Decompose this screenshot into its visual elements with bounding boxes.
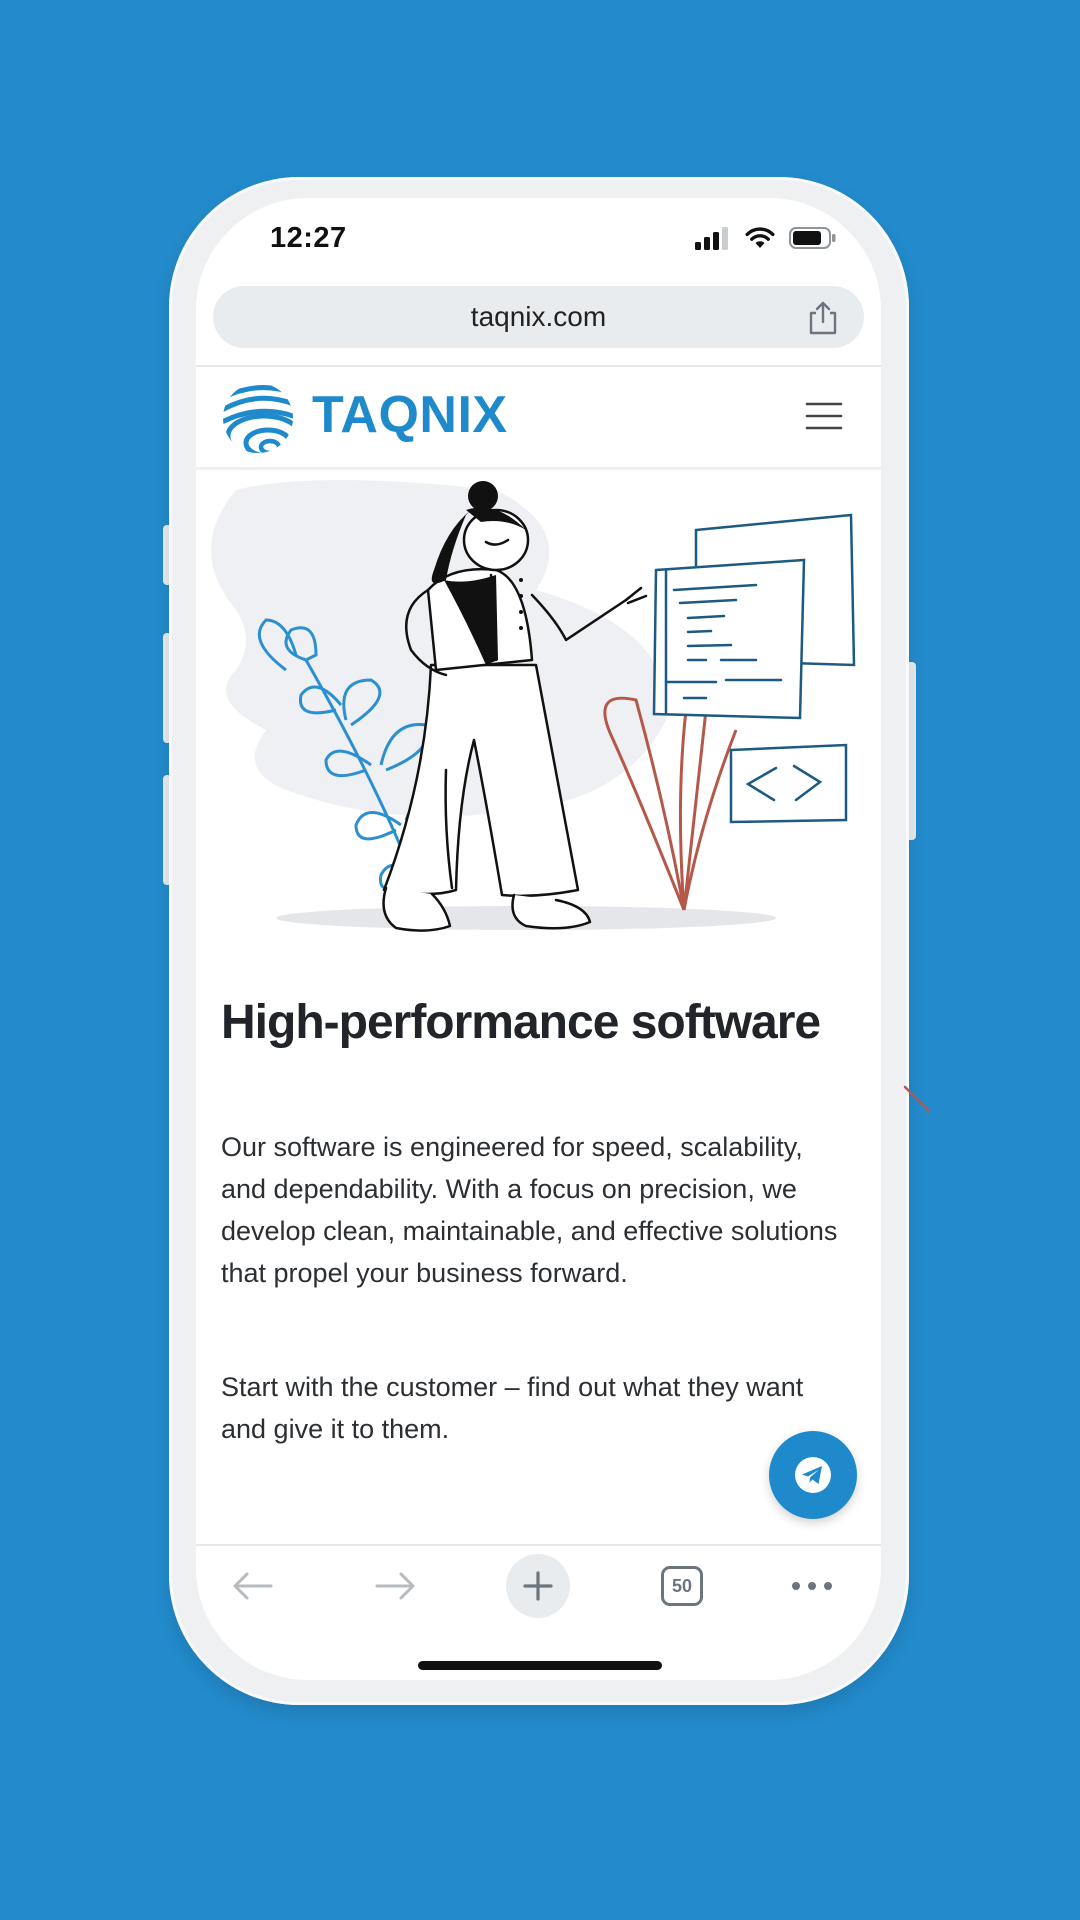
hamburger-menu-icon[interactable] <box>805 401 843 431</box>
plus-circle <box>506 1554 570 1618</box>
browser-toolbar: 50 <box>196 1546 881 1626</box>
hero-illustration <box>211 480 856 932</box>
tabs-icon: 50 <box>661 1566 703 1606</box>
status-icons <box>695 226 837 250</box>
address-bar[interactable]: taqnix.com <box>213 286 864 348</box>
stage: 12:27 taqnix.com TAQNIX High-performance… <box>0 0 1080 1920</box>
home-indicator[interactable] <box>418 1661 662 1670</box>
back-arrow-icon <box>233 1572 273 1600</box>
new-tab-button[interactable] <box>502 1546 574 1626</box>
telegram-icon <box>795 1457 831 1493</box>
phone-screen: 12:27 taqnix.com TAQNIX High-performance… <box>196 198 881 1680</box>
quote-paragraph: Start with the customer – find out what … <box>221 1372 804 1444</box>
intro-paragraph: Our software is engineered for speed, sc… <box>221 1132 838 1288</box>
battery-icon <box>789 227 836 249</box>
tabs-button[interactable]: 50 <box>646 1546 718 1626</box>
status-bar: 12:27 <box>196 198 881 278</box>
site-header: TAQNIX <box>196 367 881 467</box>
page-heading: High-performance software <box>221 996 821 1049</box>
share-icon[interactable] <box>806 300 840 336</box>
logo-globe-icon[interactable] <box>220 381 296 455</box>
signal-icon <box>695 227 728 250</box>
brand-logo-text[interactable]: TAQNIX <box>312 385 508 445</box>
back-button[interactable] <box>216 1546 288 1626</box>
wifi-icon <box>745 227 775 248</box>
telegram-chat-button[interactable] <box>769 1431 857 1519</box>
more-button[interactable] <box>776 1546 848 1626</box>
url-text: taqnix.com <box>470 301 607 332</box>
plus-icon <box>523 1571 553 1601</box>
status-time: 12:27 <box>270 222 347 254</box>
forward-button[interactable] <box>360 1546 432 1626</box>
forward-arrow-icon <box>375 1572 415 1600</box>
decorative-stroke <box>903 1085 931 1113</box>
more-icon <box>792 1582 832 1590</box>
